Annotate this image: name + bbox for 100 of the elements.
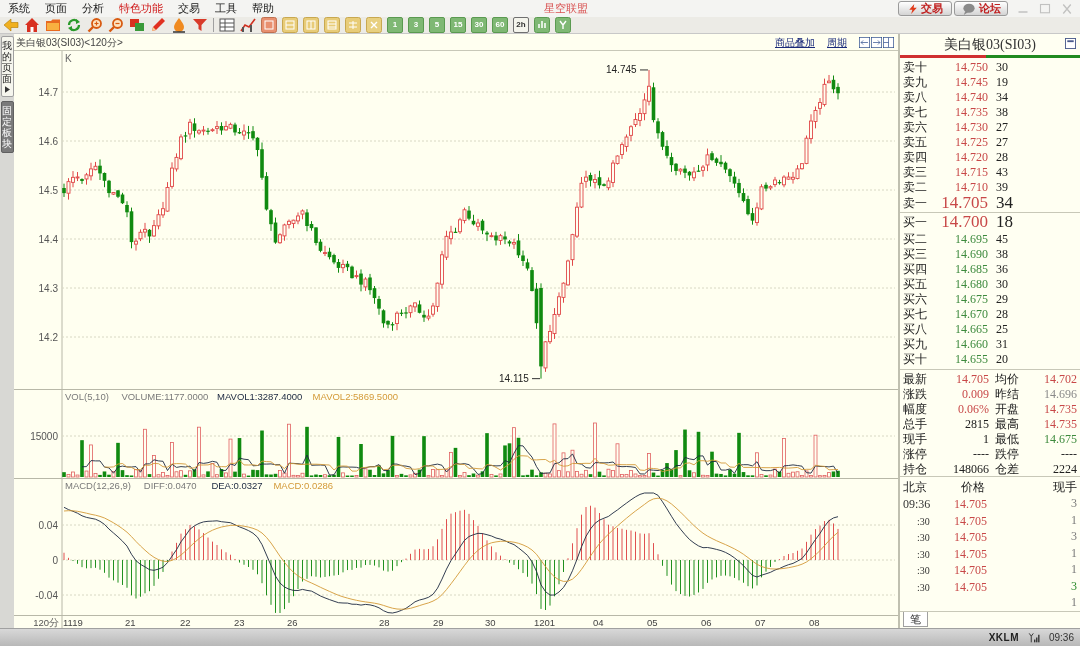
order-level-label: 买八 [902,320,928,338]
order-price: 14.680 [954,275,988,293]
order-volume: 34 [995,88,1008,106]
refresh-icon[interactable] [66,17,82,33]
stat-value: 14.705 [956,370,989,388]
split-tile-icon[interactable] [303,17,319,33]
layout-icon[interactable] [883,36,894,48]
indicator-legend: DIFF:0.0470 [143,480,197,491]
trade-time: :30 [916,515,930,527]
header-button[interactable]: 交易 [898,1,952,16]
table-icon[interactable] [219,17,235,33]
cross-tile-icon[interactable] [366,17,382,33]
menu-item[interactable]: 页面 [45,1,67,16]
stat-label: 现手 [903,430,927,448]
header-button[interactable]: 论坛 [954,1,1008,16]
volume-axis-label: 15000 [30,431,58,442]
price-axis-label: 14.5 [38,185,58,196]
order-price: 14.665 [954,320,988,338]
order-level-label: 卖三 [902,163,928,181]
order-level-label: 买六 [902,290,928,308]
date-axis-label: 05 [647,617,658,628]
menu-item[interactable]: 系统 [8,1,30,16]
stat-label: 均价 [995,370,1019,388]
app-title: 星空联盟 [544,1,588,17]
trade-volume: 3 [1071,577,1078,595]
stat-label: 幅度 [903,400,927,418]
order-volume: 30 [995,275,1008,293]
stat-label: 最低 [995,430,1019,448]
zoom-in-icon[interactable] [87,17,103,33]
menu-item[interactable]: 工具 [215,1,237,16]
split-tile-icon[interactable] [282,17,298,33]
order-level-label: 买五 [902,275,928,293]
indicator-legend: VOLUME:1177.0000 [121,391,209,402]
left-arrow-box-icon[interactable] [859,36,870,48]
trade-time: :30 [916,565,930,577]
period-label: 120分 [33,617,59,628]
order-volume: 18 [995,213,1013,231]
menu-item[interactable]: 分析 [82,1,104,16]
arrow-left-icon[interactable] [3,17,19,33]
order-level-label: 卖十 [902,58,928,76]
trade-volume: 1 [1071,594,1078,612]
trade-time: 09:36 [902,497,931,512]
order-volume: 28 [995,148,1008,166]
header-link[interactable]: 商品叠加 [775,34,815,50]
side-tab[interactable]: 我的页面 [0,36,14,97]
indicator-legend: MAVOL2:5869.5000 [312,391,398,402]
trade-price: 14.705 [954,530,987,545]
order-price: 14.740 [954,88,988,106]
order-level-label: 买七 [902,305,928,323]
order-volume: 25 [995,320,1008,338]
right-arrow-box-icon[interactable] [871,36,882,48]
macd-axis-label: 0.04 [38,520,58,531]
bars-tile-icon[interactable] [534,17,550,33]
trade-volume: 1 [1071,544,1078,562]
stat-value: 1 [983,430,989,448]
square-tile-icon[interactable] [261,17,277,33]
stat-label: 最新 [903,370,927,388]
menu-item[interactable]: 特色功能 [119,1,163,16]
trade-time: :30 [916,581,930,593]
period-button[interactable]: 2h [513,17,529,33]
order-level-label: 买四 [902,260,928,278]
trade-volume: 1 [1071,511,1078,529]
order-price: 14.745 [954,73,988,91]
pencil-icon[interactable] [150,17,166,33]
date-axis-label: 26 [287,617,298,628]
house-icon[interactable] [24,17,40,33]
letter-tile-icon[interactable] [555,17,571,33]
stat-label: 持仓 [903,460,927,478]
signal-icon [1026,632,1041,643]
date-axis-label: 23 [234,617,245,628]
order-level-label: 卖六 [902,118,928,136]
chart-icon[interactable] [240,17,256,33]
window-icon[interactable] [1065,38,1076,49]
leader-line [639,69,649,71]
split-tile-icon[interactable] [345,17,361,33]
leader-line [531,378,541,380]
order-price: 14.730 [954,118,988,136]
column-header: 价格 [960,479,985,496]
split-tile-icon[interactable] [324,17,340,33]
trade-volume: 3 [1071,528,1078,546]
maximize-icon[interactable] [1038,2,1052,15]
price-axis-label: 14.7 [38,87,58,98]
stat-value: 0.06% [958,400,989,418]
side-tab[interactable]: 固定板块 [0,101,14,153]
header-link[interactable]: 周期 [827,34,847,50]
menu-item[interactable]: 帮助 [252,1,274,16]
trade-tab[interactable]: 笔 [903,611,928,627]
stat-label: 仓差 [995,460,1019,478]
stat-value: 14.735 [1044,400,1077,418]
folder-icon[interactable] [45,17,61,33]
order-price: 14.660 [954,335,988,353]
trade-time: :30 [916,532,930,544]
zoom-out-icon[interactable] [108,17,124,33]
menu-item[interactable]: 交易 [178,1,200,16]
layers-icon[interactable] [129,17,145,33]
instrument-title: 美白银03(SI03) [944,36,1036,54]
order-volume: 30 [995,58,1008,76]
droplet-icon[interactable] [171,17,187,33]
order-level-label: 卖四 [902,148,928,166]
indicator-legend: DEA:0.0327 [211,480,263,491]
